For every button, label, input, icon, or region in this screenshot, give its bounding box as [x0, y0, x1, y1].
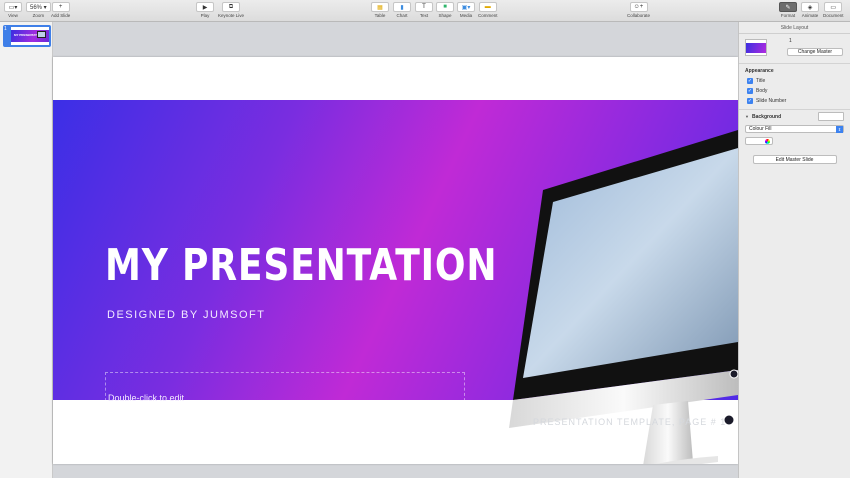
- format-brush-icon[interactable]: ✎: [779, 2, 797, 12]
- animate-icon[interactable]: ◈: [801, 2, 819, 12]
- view-menu[interactable]: ▭▾ View: [4, 2, 22, 18]
- play-icon[interactable]: ▶: [196, 2, 214, 12]
- checkbox-icon[interactable]: ✓: [747, 98, 753, 104]
- inspector-header: Slide Layout: [739, 22, 850, 34]
- sidebar-view-icon[interactable]: ▭▾: [4, 2, 22, 12]
- play-label: Play: [200, 13, 210, 18]
- comment-icon[interactable]: ▬: [478, 2, 497, 12]
- plus-icon[interactable]: +: [51, 2, 70, 12]
- zoom-menu[interactable]: 56% ▾ Zoom: [26, 2, 51, 18]
- body-checkbox-row[interactable]: ✓ Body: [739, 86, 850, 96]
- table-icon[interactable]: ▦: [371, 2, 389, 12]
- collaborate-label: Collaborate: [627, 13, 651, 18]
- slide-number: 1: [4, 26, 7, 32]
- document-label: Document: [823, 13, 844, 18]
- body-placeholder-text: Double-click to edit: [108, 393, 185, 403]
- text-label: Text: [419, 13, 429, 18]
- slide-footer: PRESENTATION TEMPLATE, PAGE # 1: [533, 417, 727, 427]
- add-slide-label: Add Slide: [51, 13, 71, 18]
- comment-button[interactable]: ▬ Comment: [478, 2, 498, 18]
- disclosure-triangle-icon[interactable]: ▼: [745, 114, 749, 119]
- checkbox-icon[interactable]: ✓: [747, 88, 753, 94]
- document-button[interactable]: ▭ Document: [823, 2, 844, 18]
- animate-button[interactable]: ◈ Animate: [801, 2, 819, 18]
- background-heading: Background: [752, 114, 782, 120]
- slide-thumbnail-1[interactable]: 1 MY PRESENTATION: [3, 25, 51, 47]
- fill-type-value: Colour Fill: [749, 126, 772, 132]
- shape-label: Shape: [438, 13, 452, 18]
- toolbar: ▭▾ View 56% ▾ Zoom + Add Slide ▶ Play ⧉ …: [0, 0, 850, 22]
- media-button[interactable]: ▣▾ Media: [457, 2, 475, 18]
- background-color-swatch[interactable]: [818, 112, 844, 121]
- change-master-button[interactable]: Change Master: [787, 48, 843, 56]
- fill-type-select[interactable]: Colour Fill ⇕: [745, 125, 844, 133]
- slide-subtitle[interactable]: DESIGNED BY JUMSOFT: [107, 309, 265, 321]
- format-button[interactable]: ✎ Format: [779, 2, 797, 18]
- appearance-heading: Appearance: [745, 68, 774, 74]
- chart-button[interactable]: ▮ Chart: [393, 2, 411, 18]
- format-label: Format: [780, 13, 796, 18]
- chart-icon[interactable]: ▮: [393, 2, 411, 12]
- comment-label: Comment: [478, 13, 498, 18]
- edit-master-slide-button[interactable]: Edit Master Slide: [752, 155, 837, 164]
- slide-number-checkbox-label: Slide Number: [756, 98, 787, 104]
- collaborate-button[interactable]: ☺+ Collaborate: [627, 2, 650, 18]
- keynote-live-button[interactable]: ⧉ Keynote Live: [218, 2, 244, 18]
- layout-row: 1 Change Master: [739, 34, 850, 64]
- title-checkbox-row[interactable]: ✓ Title: [739, 76, 850, 86]
- slide-number-checkbox-row[interactable]: ✓ Slide Number: [739, 96, 850, 106]
- text-icon[interactable]: T: [415, 2, 433, 12]
- slide-title[interactable]: MY PRESENTATION: [105, 240, 497, 291]
- background-row: ▼ Background: [739, 109, 850, 123]
- zoom-label: Zoom: [32, 13, 45, 18]
- body-checkbox-label: Body: [756, 88, 768, 94]
- slide-thumbnail-image: MY PRESENTATION: [11, 27, 49, 45]
- document-icon[interactable]: ▭: [824, 2, 843, 12]
- add-slide-button[interactable]: + Add Slide: [51, 2, 70, 18]
- zoom-icon[interactable]: 56% ▾: [26, 2, 51, 12]
- media-icon[interactable]: ▣▾: [457, 2, 475, 12]
- collaborate-icon[interactable]: ☺+: [629, 2, 648, 12]
- chevron-updown-icon: ⇕: [836, 126, 843, 133]
- view-label: View: [8, 13, 18, 18]
- slide[interactable]: MY PRESENTATION DESIGNED BY JUMSOFT Doub…: [53, 57, 738, 464]
- keynote-live-label: Keynote Live: [218, 13, 245, 18]
- text-button[interactable]: T Text: [415, 2, 433, 18]
- table-button[interactable]: ▦ Table: [371, 2, 389, 18]
- color-wheel-icon[interactable]: [765, 139, 770, 144]
- imac-image[interactable]: [503, 110, 738, 464]
- slide-navigator: 1 MY PRESENTATION: [0, 22, 53, 478]
- animate-label: Animate: [801, 13, 819, 18]
- hero-background: MY PRESENTATION DESIGNED BY JUMSOFT Doub…: [53, 100, 738, 464]
- shape-button[interactable]: ■ Shape: [436, 2, 454, 18]
- checkbox-icon[interactable]: ✓: [747, 78, 753, 84]
- table-label: Table: [374, 13, 386, 18]
- master-number: 1: [789, 38, 792, 44]
- title-checkbox-label: Title: [756, 78, 766, 84]
- format-inspector: Slide Layout 1 Change Master Appearance …: [738, 22, 850, 478]
- slide-canvas: MY PRESENTATION DESIGNED BY JUMSOFT Doub…: [53, 22, 738, 478]
- media-label: Media: [459, 13, 473, 18]
- fill-color-well[interactable]: [745, 137, 773, 145]
- body-placeholder[interactable]: Double-click to edit: [105, 372, 465, 422]
- master-thumbnail[interactable]: [745, 39, 767, 56]
- shape-icon[interactable]: ■: [436, 2, 454, 12]
- chart-label: Chart: [396, 13, 408, 18]
- keynote-live-icon[interactable]: ⧉: [222, 2, 241, 12]
- play-button[interactable]: ▶ Play: [196, 2, 214, 18]
